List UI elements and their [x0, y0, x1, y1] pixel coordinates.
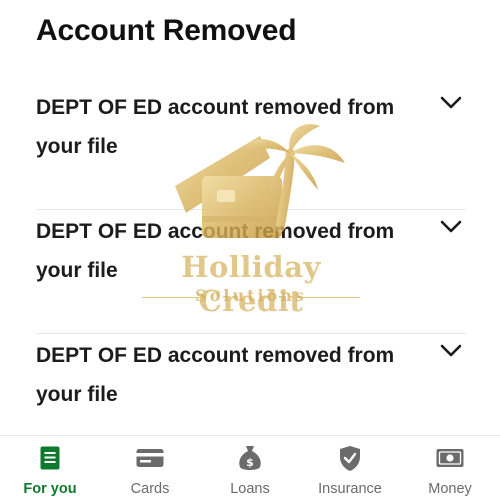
- tab-label: For you: [23, 481, 77, 497]
- document-icon: [35, 444, 65, 472]
- shield-icon: [335, 444, 365, 472]
- credit-card-icon: [135, 444, 165, 472]
- tab-label: Insurance: [318, 481, 382, 497]
- tab-insurance[interactable]: Insurance: [300, 436, 400, 501]
- account-item[interactable]: DEPT OF ED account removed from your fil…: [36, 210, 466, 334]
- account-item-text: DEPT OF ED account removed from your fil…: [36, 220, 395, 282]
- money-bag-icon: $: [235, 444, 265, 472]
- tab-label: Loans: [230, 481, 270, 497]
- chevron-down-icon[interactable]: [440, 220, 462, 234]
- watermark-rule-left: [142, 297, 204, 298]
- tab-loans[interactable]: $ Loans: [200, 436, 300, 501]
- svg-text:$: $: [246, 456, 254, 469]
- chevron-down-icon[interactable]: [440, 96, 462, 110]
- chevron-down-icon[interactable]: [440, 344, 462, 358]
- tab-money[interactable]: Money: [400, 436, 500, 501]
- tab-for-you[interactable]: For you: [0, 436, 100, 501]
- account-item-text: DEPT OF ED account removed from your fil…: [36, 96, 395, 158]
- tab-label: Money: [428, 481, 472, 497]
- bottom-tab-bar: For you Cards $ Loans Insurance Money: [0, 435, 500, 501]
- tab-label: Cards: [130, 481, 170, 497]
- account-item[interactable]: DEPT OF ED account removed from your fil…: [36, 86, 466, 210]
- banknote-icon: [435, 444, 465, 472]
- account-item-text: DEPT OF ED account removed from your fil…: [36, 344, 395, 406]
- watermark-rule-right: [298, 297, 360, 298]
- account-list: DEPT OF ED account removed from your fil…: [36, 86, 466, 458]
- page-title: Account Removed: [36, 14, 297, 47]
- tab-cards[interactable]: Cards: [100, 436, 200, 501]
